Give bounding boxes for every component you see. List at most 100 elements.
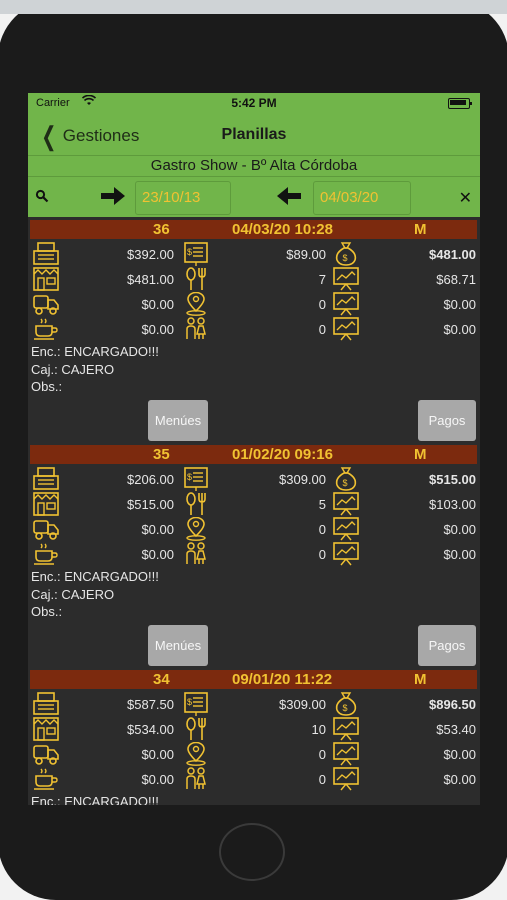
encargado-label: Enc.: ENCARGADO!!! [31, 569, 159, 584]
card-data-row: $481.00 7 $68.71 [28, 267, 480, 292]
chart-board-icon [332, 767, 360, 796]
card-data-row: $0.00 0 $0.00 [28, 291, 480, 317]
value-col3: $0.00 [443, 547, 476, 562]
status-bar: Carrier 5:42 PM [28, 93, 480, 113]
planilla-datetime: 04/03/20 10:28 [232, 221, 333, 238]
value-col2: $309.00 [279, 697, 326, 712]
value-col3: $68.71 [436, 272, 476, 287]
chart-board-icon [332, 542, 360, 571]
location-subtitle: Gastro Show - Bº Alta Córdoba [150, 157, 358, 174]
people-icon [182, 767, 210, 796]
pagos-button[interactable]: Pagos [418, 400, 476, 441]
value-col3: $0.00 [443, 522, 476, 537]
encargado-label: Enc.: ENCARGADO!!! [31, 344, 159, 359]
people-icon [182, 542, 210, 571]
value-col1: $0.00 [141, 297, 174, 312]
planilla-number: 36 [153, 221, 170, 238]
card-data-row: $534.00 10 $53.40 [28, 717, 480, 742]
card-data-row: $ $ $392.00 $89.00 $481.00 [28, 242, 480, 267]
divider [28, 155, 480, 156]
date-to-field[interactable]: 04/03/20 [313, 181, 411, 215]
battery-icon [448, 98, 472, 109]
value-col2: 7 [318, 272, 326, 287]
svg-text:$: $ [343, 478, 348, 488]
chart-board-icon [332, 317, 360, 346]
value-col1: $534.00 [127, 722, 174, 737]
value-col1: $481.00 [127, 272, 174, 287]
clear-filter-icon[interactable]: ✕ [459, 188, 472, 208]
planilla-card[interactable]: 36 04/03/20 10:28 M $ $ $392.00 $89.00 $481.… [28, 217, 480, 442]
card-data-row: $515.00 5 $103.00 [28, 492, 480, 517]
pagos-button[interactable]: Pagos [418, 625, 476, 666]
card-data-row: $0.00 0 $0.00 [28, 542, 480, 567]
value-col2: 0 [318, 522, 326, 537]
svg-text:$: $ [187, 472, 192, 482]
coffee-cup-icon [32, 317, 60, 346]
value-col1: $515.00 [127, 497, 174, 512]
background-window-edge [0, 0, 507, 14]
value-col1: $0.00 [141, 747, 174, 762]
value-col1: $206.00 [127, 472, 174, 487]
card-header: 35 01/02/20 09:16 M [30, 445, 477, 464]
home-button[interactable] [219, 823, 285, 881]
search-icon[interactable] [35, 189, 49, 208]
card-data-row: $0.00 0 $0.00 [28, 516, 480, 542]
value-col3: $0.00 [443, 772, 476, 787]
coffee-cup-icon [32, 542, 60, 571]
observaciones-label: Obs.: [31, 604, 63, 619]
value-col3: $896.50 [429, 697, 476, 712]
navigation-bar: Carrier 5:42 PM ❮ Gestiones Planillas Ga… [28, 93, 480, 217]
svg-text:$: $ [187, 247, 192, 257]
observaciones-label: Obs.: [31, 379, 63, 394]
value-col3: $103.00 [429, 497, 476, 512]
value-col1: $0.00 [141, 522, 174, 537]
card-data-row: $0.00 0 $0.00 [28, 741, 480, 767]
value-col2: 0 [318, 322, 326, 337]
planilla-card[interactable]: 35 01/02/20 09:16 M $ $ $206.00 $309.00 $515… [28, 442, 480, 667]
arrow-right-icon [100, 185, 126, 212]
card-header: 34 09/01/20 11:22 M [30, 670, 477, 689]
value-col2: 5 [318, 497, 326, 512]
people-icon [182, 317, 210, 346]
svg-text:$: $ [343, 703, 348, 713]
menus-button[interactable]: Menúes [148, 625, 208, 666]
coffee-cup-icon [32, 767, 60, 796]
value-col2: 0 [318, 297, 326, 312]
value-col2: 0 [318, 547, 326, 562]
arrow-left-icon [276, 185, 302, 212]
value-col3: $0.00 [443, 297, 476, 312]
value-col3: $0.00 [443, 322, 476, 337]
card-data-row: $0.00 0 $0.00 [28, 317, 480, 342]
planilla-number: 34 [153, 671, 170, 688]
planillas-list: 36 04/03/20 10:28 M $ $ $392.00 $89.00 $481.… [28, 217, 480, 805]
planilla-datetime: 09/01/20 11:22 [232, 671, 333, 688]
value-col1: $0.00 [141, 772, 174, 787]
card-data-row: $ $ $206.00 $309.00 $515.00 [28, 467, 480, 492]
encargado-label: Enc.: ENCARGADO!!! [31, 794, 159, 805]
value-col2: $89.00 [286, 247, 326, 262]
menus-button[interactable]: Menúes [148, 400, 208, 441]
svg-text:$: $ [187, 697, 192, 707]
page-title: Planillas [221, 126, 287, 143]
cajero-label: Caj.: CAJERO [31, 587, 115, 602]
value-col1: $0.00 [141, 322, 174, 337]
value-col2: 10 [311, 722, 326, 737]
clock: 5:42 PM [231, 96, 277, 110]
svg-text:$: $ [343, 253, 348, 263]
planilla-card[interactable]: 34 09/01/20 11:22 M $ $ $587.50 $309.00 $896… [28, 667, 480, 805]
value-col1: $392.00 [127, 247, 174, 262]
value-col2: 0 [318, 747, 326, 762]
card-data-row: $ $ $587.50 $309.00 $896.50 [28, 692, 480, 717]
value-col1: $0.00 [141, 547, 174, 562]
value-col1: $587.50 [127, 697, 174, 712]
planilla-number: 35 [153, 446, 170, 463]
app-screen: Carrier 5:42 PM ❮ Gestiones Planillas Ga… [28, 93, 480, 805]
value-col2: $309.00 [279, 472, 326, 487]
value-col3: $53.40 [436, 722, 476, 737]
value-col3: $0.00 [443, 747, 476, 762]
value-col2: 0 [318, 772, 326, 787]
card-header: 36 04/03/20 10:28 M [30, 220, 477, 239]
value-col3: $481.00 [429, 247, 476, 262]
date-from-field[interactable]: 23/10/13 [135, 181, 231, 215]
planilla-code: M [414, 671, 427, 688]
